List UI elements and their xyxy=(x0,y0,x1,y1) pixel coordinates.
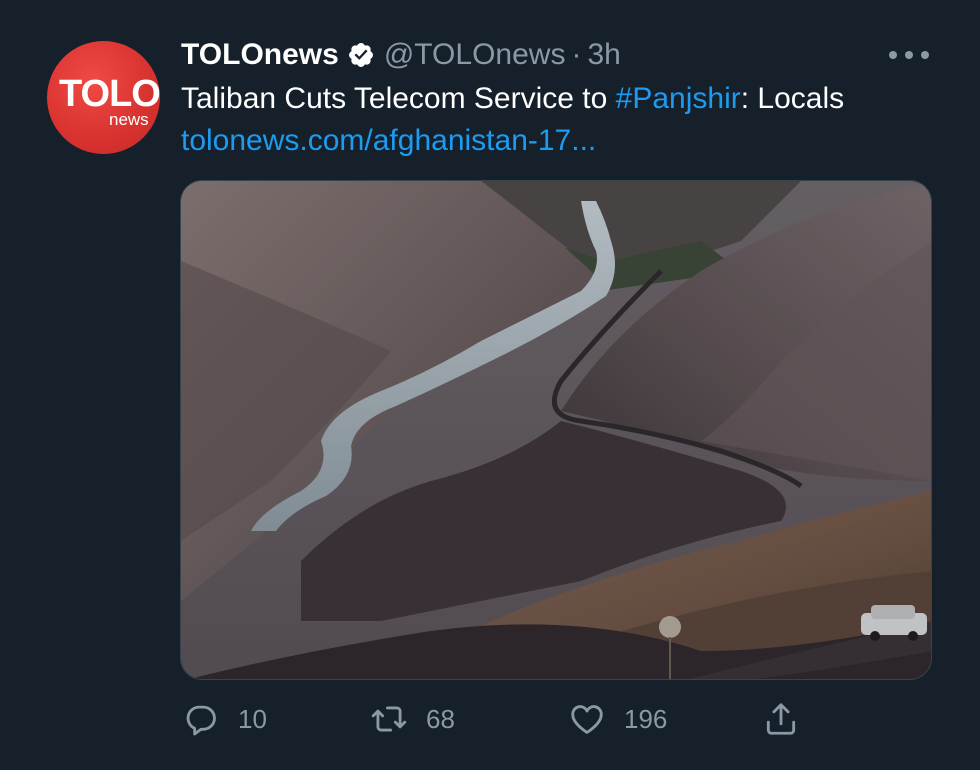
reply-count: 10 xyxy=(238,703,267,734)
separator-dot: · xyxy=(571,38,582,71)
tweet-text-end: : Locals xyxy=(740,82,845,115)
like-count: 196 xyxy=(624,703,668,734)
heart-icon xyxy=(571,705,603,734)
timestamp[interactable]: 3h xyxy=(587,38,620,72)
reply-icon xyxy=(186,705,216,736)
reply-button[interactable]: 10 xyxy=(182,697,267,741)
hashtag-link[interactable]: #Panjshir xyxy=(616,82,741,115)
retweet-icon xyxy=(371,706,407,732)
tweet-actions: 10 68 196 xyxy=(182,697,822,741)
avatar-logo-subtext: news xyxy=(109,110,149,129)
display-name[interactable]: TOLOnews xyxy=(181,38,339,72)
tweet-text-start: Taliban Cuts Telecom Service to xyxy=(181,82,616,115)
retweet-count: 68 xyxy=(426,703,455,734)
like-button[interactable]: 196 xyxy=(568,697,667,741)
avatar[interactable]: TOLO news xyxy=(47,41,160,154)
handle[interactable]: @TOLOnews xyxy=(384,38,566,72)
share-icon xyxy=(766,703,796,735)
tweet-text: Taliban Cuts Telecom Service to #Panjshi… xyxy=(181,80,844,118)
tweet: TOLO news TOLOnews @TOLOnews · 3h Taliba… xyxy=(0,0,980,770)
retweet-button[interactable]: 68 xyxy=(370,697,455,741)
avatar-logo-text: TOLO xyxy=(59,73,160,115)
article-link[interactable]: tolonews.com/afghanistan-17... xyxy=(181,124,596,157)
more-options-icon[interactable] xyxy=(889,44,929,66)
tweet-media-image[interactable] xyxy=(180,180,932,680)
share-button[interactable] xyxy=(762,697,800,741)
tweet-header: TOLOnews @TOLOnews · 3h xyxy=(181,37,621,73)
verified-badge-icon xyxy=(347,41,375,69)
mountain-valley-photo xyxy=(181,181,931,679)
tweet-link-line: tolonews.com/afghanistan-17... xyxy=(181,122,596,160)
